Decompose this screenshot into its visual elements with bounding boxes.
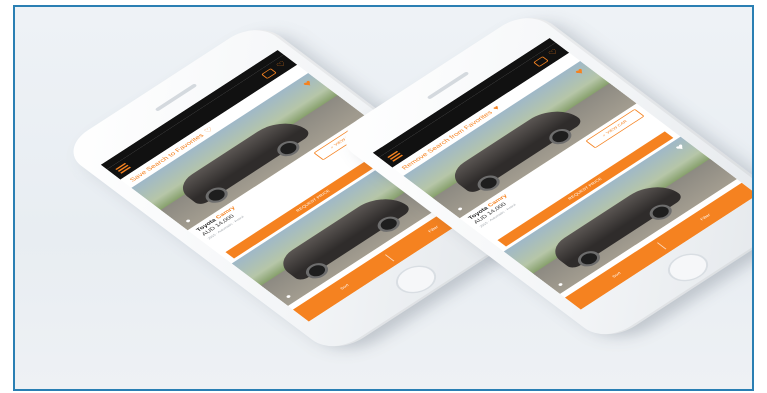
favorite-heart-outline-icon[interactable]: ♥ (672, 142, 687, 153)
favorite-heart-icon[interactable]: ♥ (572, 66, 587, 77)
mockup-stage: ♡ Save Search to Favorites ♡ ♥ ● Toyota … (15, 7, 752, 389)
search-icon: ⌕ (601, 133, 608, 138)
heart-filled-icon[interactable]: ♥ (491, 104, 501, 111)
favorite-heart-icon[interactable]: ♥ (300, 78, 315, 89)
screenshot-frame: ♡ Save Search to Favorites ♡ ♥ ● Toyota … (13, 5, 754, 391)
hamburger-menu-icon[interactable] (387, 150, 404, 162)
favorites-heart-icon[interactable]: ♡ (547, 48, 561, 58)
mail-icon[interactable] (533, 56, 549, 67)
hamburger-menu-icon[interactable] (115, 162, 132, 174)
favorites-heart-icon[interactable]: ♡ (275, 60, 289, 70)
view-car-label: VIEW CAR (605, 119, 629, 136)
mail-icon[interactable] (261, 68, 277, 79)
search-icon: ⌕ (329, 145, 336, 150)
